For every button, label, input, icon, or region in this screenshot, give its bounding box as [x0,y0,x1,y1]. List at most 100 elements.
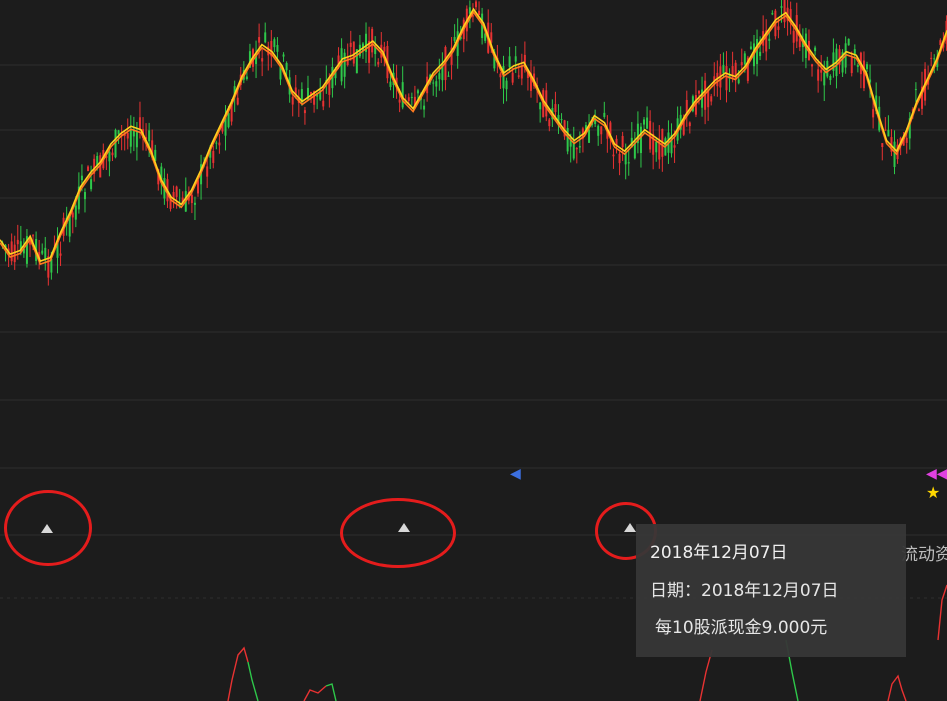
candle-body [303,110,306,114]
candle-body [847,38,850,46]
candle-body [575,148,578,150]
candle-body [820,69,823,73]
candle-body [423,105,426,110]
candle-body [282,54,285,57]
candle-body [236,97,239,105]
candle-body [41,250,44,254]
candle-body [780,6,783,8]
chart-gridlines [0,64,947,599]
indicator-line [887,674,907,701]
candle-body [917,109,920,112]
candle-body [905,137,908,143]
candle-body [725,66,728,91]
candle-body [737,79,740,84]
candle-body [756,39,759,65]
indicator-line [247,661,259,701]
candle-body [175,186,178,197]
dividend-marker-icon[interactable] [624,523,636,532]
candle-body [566,128,569,152]
candle-body [432,82,435,84]
candle-body [478,10,481,16]
candle-body [554,104,557,112]
candle-body [212,150,215,163]
candle-body [206,166,209,177]
candle-body [872,109,875,118]
candle-body [285,62,288,71]
indicator-line [699,649,713,701]
candle-body [548,119,551,127]
candle-body [539,102,542,110]
candle-body [261,58,264,62]
magenta-arrow-icon[interactable]: ◀◀ [926,467,947,481]
candle-body [603,112,606,117]
indicator-line [303,685,327,701]
dividend-tooltip: 2018年12月07日 日期：2018年12月07日 每10股派现金9.000元 [636,524,906,657]
candle-body [881,143,884,148]
candle-body [856,65,859,67]
candle-body [505,80,508,90]
indicator-title-partial: 流动资 [901,545,947,565]
star-icon[interactable]: ★ [926,485,940,501]
candle-body [829,76,832,81]
candle-body [218,142,221,146]
candle-body [126,132,129,139]
candle-body [643,119,646,125]
candle-body [438,73,441,80]
candle-body [389,81,392,87]
candle-body [811,64,814,67]
candle-body [673,145,676,148]
candle-body [499,73,502,78]
candle-body [768,38,771,41]
candle-body [914,89,917,91]
candle-body [138,117,141,130]
candle-body [618,153,621,164]
candle-body [135,132,138,148]
candle-body [771,13,774,15]
moving-average-lines [0,7,947,266]
candle-body [80,175,83,181]
dividend-marker-icon[interactable] [41,524,53,533]
candle-body [520,66,523,79]
tooltip-title: 2018年12月07日 [650,543,788,563]
candle-body [349,42,352,47]
candle-body [276,45,279,52]
candle-body [111,152,114,156]
candle-body [416,90,419,94]
candle-body [850,57,853,74]
candle-body [578,146,581,148]
candle-body [588,129,591,143]
candle-body [227,113,230,128]
candle-body [245,76,248,80]
candle-body [792,30,795,43]
candle-body [887,129,890,137]
candle-body [814,47,817,52]
candle-body [407,97,410,101]
dividend-marker-icon[interactable] [398,523,410,532]
candle-body [398,99,401,103]
candle-body [148,130,151,142]
candle-body [108,151,111,162]
candle-body [823,72,826,86]
candle-body [71,212,74,218]
candle-body [621,135,624,148]
blue-flag-icon[interactable]: ◀ [510,467,521,481]
candle-body [435,81,438,87]
candle-body [866,64,869,70]
candle-body [291,97,294,105]
candle-body [10,241,13,262]
candle-body [627,162,630,164]
candle-body [777,26,780,30]
candle-body [193,202,196,205]
candle-body [16,239,19,245]
tooltip-dividend: 每10股派现金9.000元 [655,618,828,638]
tooltip-date: 日期：2018年12月07日 [650,581,839,601]
candle-body [893,141,896,168]
candle-body [264,32,267,43]
candle-body [273,39,276,48]
candle-body [655,141,658,153]
indicator-line [937,584,947,641]
candle-body [47,256,50,278]
candle-body [698,90,701,94]
candle-body [514,56,517,62]
candle-body [639,126,642,154]
